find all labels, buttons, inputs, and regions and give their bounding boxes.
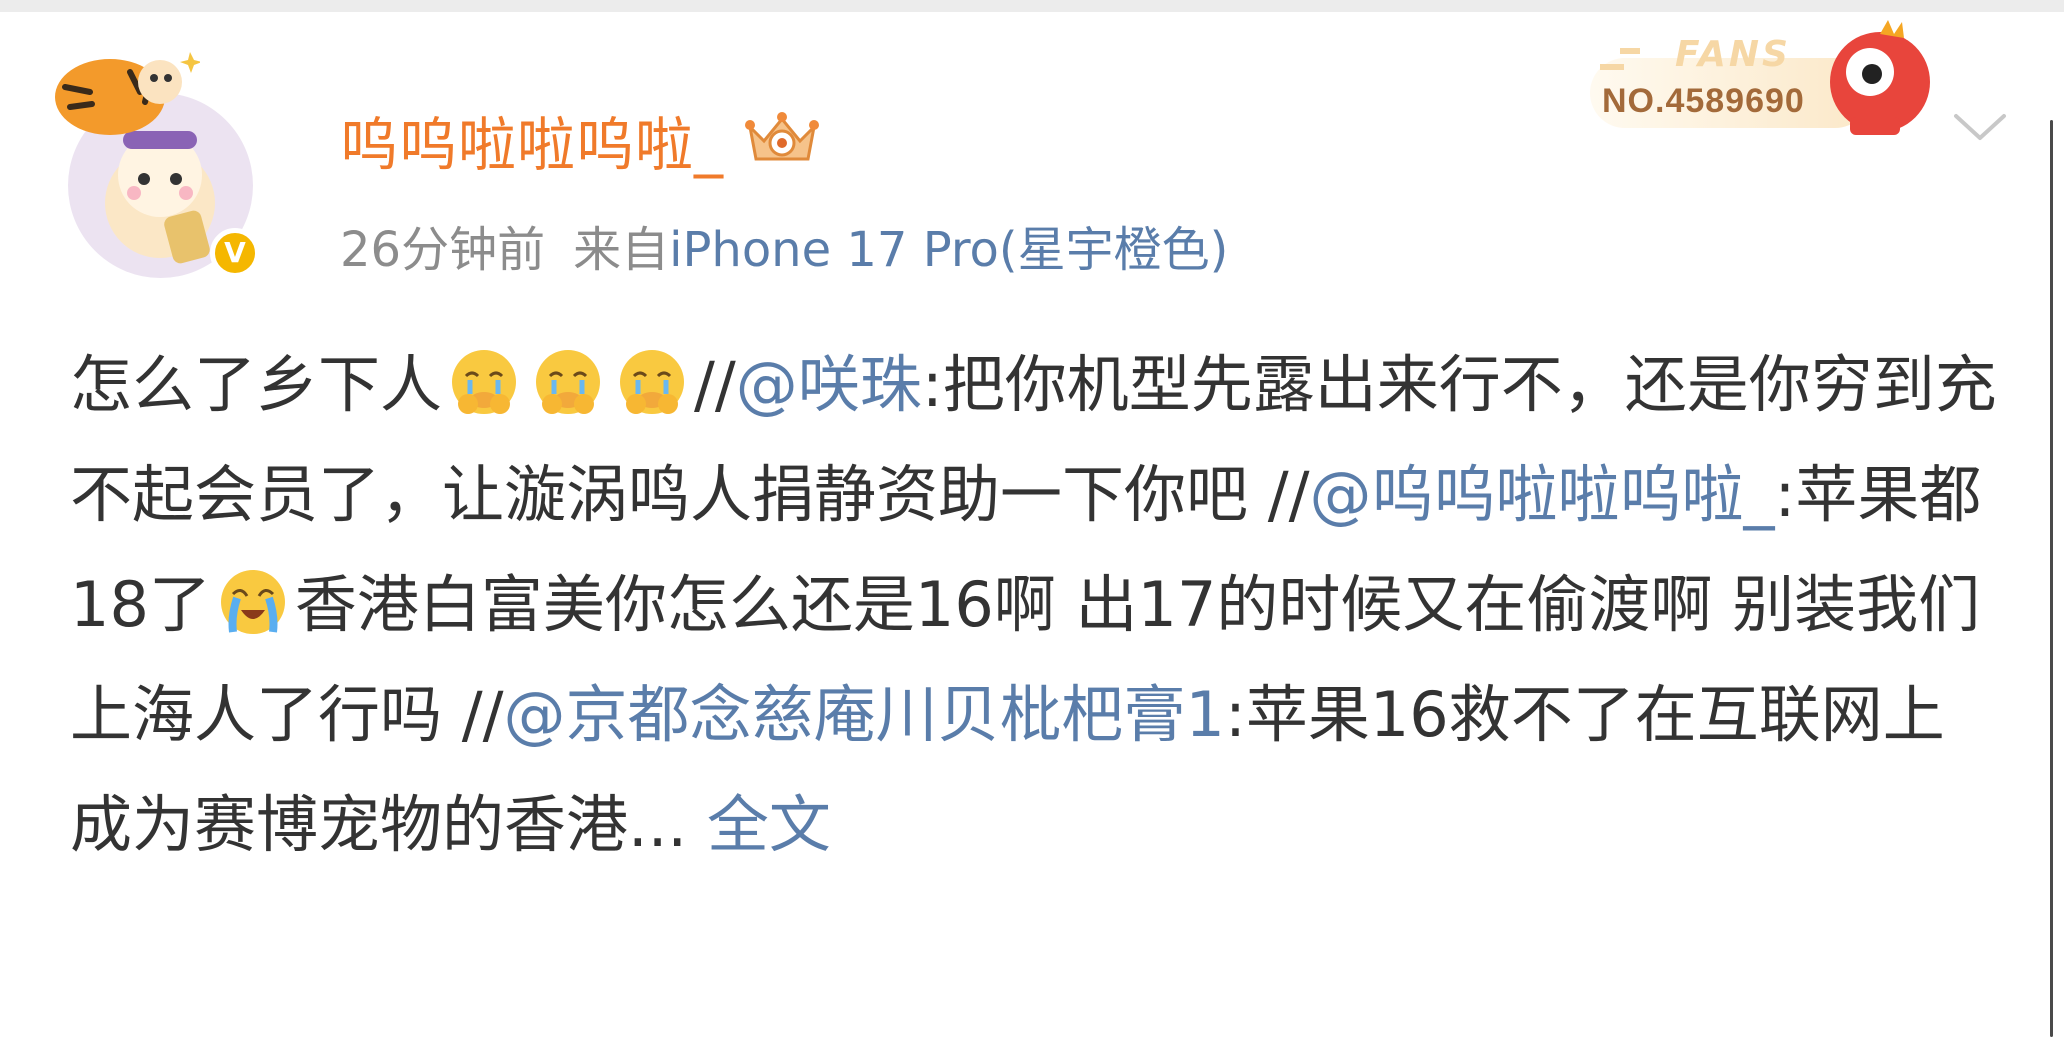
avatar[interactable]: V [55, 48, 268, 278]
post-source-prefix: 来自 [573, 222, 670, 278]
crying-emoji-icon [620, 350, 685, 414]
fans-label: FANS [1675, 34, 1791, 75]
fans-badge[interactable]: FANS NO.4589690 [1580, 12, 1940, 140]
crying-emoji-icon [452, 350, 517, 414]
mention-link[interactable]: @咲珠 [736, 348, 922, 421]
tiger-decoration-icon [55, 52, 200, 135]
post-time: 26分钟前 [340, 222, 546, 278]
mention-link[interactable]: @呜呜啦啦呜啦_ [1310, 458, 1775, 531]
author-name[interactable]: 呜呜啦啦呜啦_ [340, 98, 724, 182]
top-bar [0, 0, 2064, 12]
scrollbar[interactable] [2050, 120, 2053, 1037]
fans-number: NO.4589690 [1602, 82, 1805, 120]
loudly-crying-emoji-icon [220, 570, 285, 634]
post-meta: 26分钟前 来自iPhone 17 Pro(星宇橙色) [340, 210, 1228, 280]
post-text-segment: 怎么了乡下人 [70, 348, 443, 421]
crown-badge-icon[interactable] [742, 109, 822, 171]
author-row: 呜呜啦啦呜啦_ [340, 100, 822, 180]
expand-full-text-link[interactable]: 全文 [707, 788, 831, 861]
post-content: 怎么了乡下人//@咲珠:把你机型先露出来行不，还是你穷到充不起会员了，让漩涡鸣人… [70, 330, 2000, 880]
chevron-down-icon[interactable] [1950, 108, 2010, 148]
mention-link[interactable]: @京都念慈庵川贝枇杷膏1 [504, 678, 1225, 751]
post-device[interactable]: iPhone 17 Pro(星宇橙色) [669, 222, 1228, 278]
crying-emoji-icon [536, 350, 601, 414]
post-text-segment: // [694, 348, 736, 421]
verified-badge: V [210, 228, 260, 278]
